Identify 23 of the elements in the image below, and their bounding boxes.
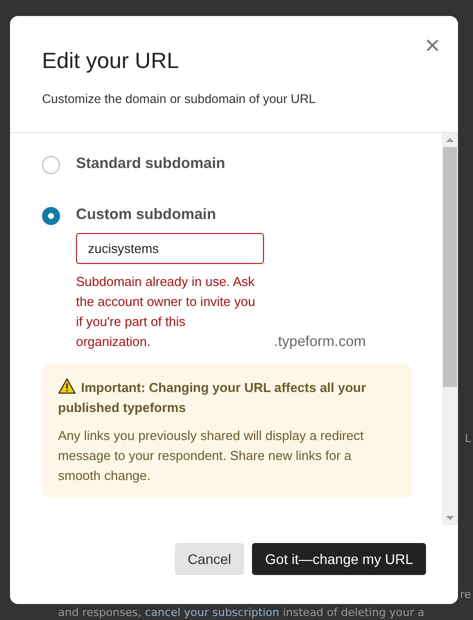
warning-icon bbox=[58, 378, 76, 394]
warning-text: Any links you previously shared will display a redirect message to your respondent. Share new links for a smooth change. bbox=[58, 427, 365, 485]
radio-button[interactable] bbox=[42, 156, 60, 174]
subdomain-field[interactable]: zucisystems bbox=[76, 233, 264, 264]
domain-suffix: .typeform.com bbox=[274, 334, 366, 350]
confirm-button[interactable]: Got it—change my URL bbox=[252, 543, 426, 575]
scrollbar[interactable] bbox=[442, 133, 458, 525]
scroll-down-icon[interactable] bbox=[446, 516, 454, 520]
option-label: Standard subdomain bbox=[76, 155, 226, 172]
option-label: Custom subdomain bbox=[76, 206, 218, 223]
dialog-title: Edit your URL bbox=[42, 48, 180, 74]
scroll-up-icon[interactable] bbox=[446, 138, 454, 142]
radio-button[interactable] bbox=[42, 207, 60, 225]
background-text: L bbox=[464, 432, 471, 445]
close-button[interactable]: × bbox=[424, 32, 440, 58]
dialog-subtitle: Customize the domain or subdomain of your URL bbox=[42, 92, 317, 106]
background-text: and responses, cancel your subscription instead of deleting your a bbox=[58, 606, 424, 619]
warning-title: Important: Changing your URL affects all your published typeforms bbox=[58, 378, 368, 417]
subscription-link[interactable]: cancel your subscription bbox=[144, 606, 280, 619]
cancel-button[interactable]: Cancel bbox=[174, 543, 244, 575]
background-text: re bbox=[460, 588, 471, 601]
scrollbar-thumb[interactable] bbox=[443, 147, 457, 387]
error-message: Subdomain already in use. Ask the account owner to invite you if you're part of this organization. bbox=[76, 273, 256, 351]
